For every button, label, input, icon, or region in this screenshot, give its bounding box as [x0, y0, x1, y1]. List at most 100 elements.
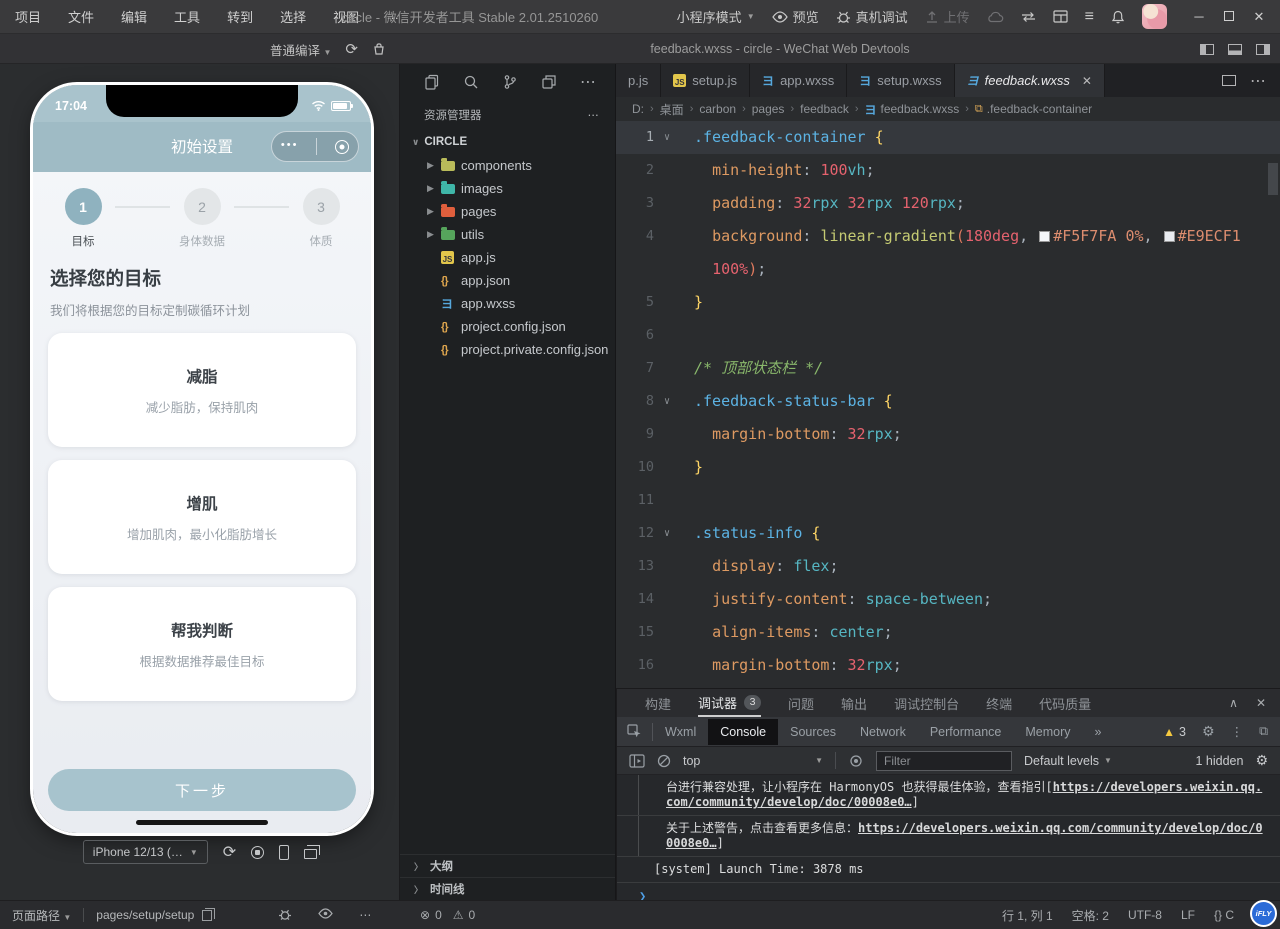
fold-icon[interactable]: ∨ — [654, 385, 680, 418]
code-row[interactable]: 13 display: flex; — [616, 550, 1280, 583]
extensions-icon[interactable] — [541, 74, 557, 90]
bell-icon[interactable] — [1111, 10, 1125, 24]
code-row[interactable]: 4 background: linear-gradient(180deg, #F… — [616, 220, 1280, 253]
preview-button[interactable]: 预览 — [772, 7, 819, 26]
search-icon[interactable] — [463, 74, 479, 90]
toggle-sidebar-icon[interactable] — [1200, 44, 1214, 55]
copy-path-icon[interactable] — [202, 910, 212, 921]
compile-mode-selector[interactable]: 普通编译 ▼ — [270, 40, 331, 59]
tree-item-images[interactable]: ▶images — [400, 177, 615, 200]
console-prompt[interactable]: ❯ — [617, 883, 1280, 901]
tree-item-pages[interactable]: ▶pages — [400, 200, 615, 223]
code-row[interactable]: 12∨.status-info { — [616, 517, 1280, 550]
live-expression-icon[interactable] — [848, 755, 864, 767]
goal-card-帮我判断[interactable]: 帮我判断根据数据推荐最佳目标 — [48, 587, 356, 701]
inspect-element-icon[interactable] — [617, 723, 653, 741]
devtools-tab-Sources[interactable]: Sources — [778, 719, 848, 745]
remote-debug-button[interactable]: 真机调试 — [836, 7, 908, 26]
menu-item-项目[interactable]: 项目 — [15, 7, 41, 26]
user-avatar[interactable] — [1142, 4, 1167, 29]
code-row[interactable]: 7/* 顶部状态栏 */ — [616, 352, 1280, 385]
code-row[interactable]: 100%); — [616, 253, 1280, 286]
devtools-settings-icon[interactable]: ⚙ — [1202, 723, 1215, 740]
tree-item-app.wxss[interactable]: ヨapp.wxss — [400, 292, 615, 315]
panel-tab-终端[interactable]: 终端 — [986, 689, 1012, 717]
status-item[interactable]: 空格: 2 — [1072, 907, 1109, 924]
upload-button[interactable]: 上传 — [925, 7, 970, 26]
device-frame-icon[interactable] — [279, 845, 289, 860]
breadcrumb-item[interactable]: feedback — [800, 102, 849, 116]
devtools-tab-Network[interactable]: Network — [848, 719, 918, 745]
breadcrumb-item[interactable]: pages — [752, 102, 785, 116]
more-menu-icon[interactable]: ••• — [281, 139, 299, 154]
editor-scrollbar[interactable] — [1268, 163, 1278, 195]
filter-input[interactable] — [876, 751, 1012, 771]
breadcrumb-item[interactable]: ヨfeedback.wxss — [864, 101, 959, 118]
status-item[interactable]: UTF-8 — [1128, 908, 1162, 922]
code-row[interactable]: 3 padding: 32rpx 32rpx 120rpx; — [616, 187, 1280, 220]
fold-icon[interactable]: ∨ — [654, 121, 680, 154]
breadcrumb-item[interactable]: carbon — [699, 102, 736, 116]
menu-item-工具[interactable]: 工具 — [174, 7, 200, 26]
minimize-button[interactable]: ─ — [1184, 9, 1214, 24]
code-row[interactable]: 11 — [616, 484, 1280, 517]
tab-setup.js[interactable]: JSsetup.js — [661, 64, 750, 97]
device-selector[interactable]: iPhone 12/13 (… ▼ — [83, 840, 208, 864]
close-button[interactable]: ✕ — [1244, 9, 1274, 25]
status-item[interactable]: {} C — [1214, 908, 1234, 922]
tab-setup.wxss[interactable]: ヨsetup.wxss — [847, 64, 954, 97]
tab-p.js[interactable]: p.js — [616, 64, 661, 97]
split-editor-icon[interactable] — [1222, 75, 1236, 86]
grid-panel-icon[interactable] — [1053, 10, 1068, 23]
panel-tab-代码质量[interactable]: 代码质量 — [1039, 689, 1091, 717]
tree-item-components[interactable]: ▶components — [400, 154, 615, 177]
breadcrumb[interactable]: D:›桌面›carbon›pages›feedback›ヨfeedback.wx… — [616, 97, 1280, 121]
status-item[interactable]: 行 1, 列 1 — [1002, 907, 1053, 924]
menu-item-转到[interactable]: 转到 — [227, 7, 253, 26]
more-icon[interactable]: ⋯ — [359, 908, 371, 922]
devtools-tab-Performance[interactable]: Performance — [918, 719, 1014, 745]
clear-console-icon[interactable] — [657, 754, 671, 768]
levels-selector[interactable]: Default levels ▼ — [1024, 754, 1112, 768]
debug-icon[interactable] — [278, 908, 292, 922]
undock-icon[interactable]: ⧉ — [1259, 724, 1268, 739]
outline-section[interactable]: 〉 大纲 — [400, 854, 615, 877]
tree-item-app.js[interactable]: JSapp.js — [400, 246, 615, 269]
panel-tab-构建[interactable]: 构建 — [645, 689, 671, 717]
panel-tab-问题[interactable]: 问题 — [788, 689, 814, 717]
breadcrumb-item[interactable]: D: — [632, 102, 644, 116]
mode-selector[interactable]: 小程序模式 ▼ — [677, 7, 755, 26]
toggle-secondary-sidebar-icon[interactable] — [1256, 44, 1270, 55]
eye-icon[interactable] — [318, 908, 333, 922]
panel-tab-调试控制台[interactable]: 调试控制台 — [894, 689, 959, 717]
tab-app.wxss[interactable]: ヨapp.wxss — [750, 64, 847, 97]
devtools-tab-Wxml[interactable]: Wxml — [653, 719, 708, 745]
status-item[interactable]: LF — [1181, 908, 1195, 922]
ifly-badge[interactable]: iFLY — [1250, 900, 1277, 927]
panel-tab-调试器[interactable]: 调试器3 — [698, 689, 761, 717]
record-stop-icon[interactable] — [251, 846, 264, 859]
problems-indicator[interactable]: ⊗ 0 ⚠ 0 — [400, 908, 475, 922]
cloud-icon[interactable] — [987, 11, 1004, 23]
minimize-target-icon[interactable] — [335, 140, 349, 154]
hamburger-menu-icon[interactable]: ≡ — [1085, 8, 1094, 26]
project-root[interactable]: ∨ CIRCLE — [400, 130, 615, 154]
breadcrumb-item[interactable]: ⧉.feedback-container — [975, 102, 1092, 116]
devtools-tab-Memory[interactable]: Memory — [1013, 719, 1082, 745]
close-icon[interactable]: ✕ — [1082, 74, 1092, 88]
devtools-overflow-icon[interactable]: » — [1083, 719, 1114, 745]
tree-item-utils[interactable]: ▶utils — [400, 223, 615, 246]
maximize-button[interactable] — [1214, 9, 1244, 24]
editor-more-icon[interactable]: ⋯ — [1250, 71, 1266, 91]
files-icon[interactable] — [424, 74, 440, 90]
next-step-button[interactable]: 下一步 — [48, 769, 356, 811]
timeline-section[interactable]: 〉 时间线 — [400, 877, 615, 900]
code-row[interactable]: 14 justify-content: space-between; — [616, 583, 1280, 616]
code-row[interactable]: 2 min-height: 100vh; — [616, 154, 1280, 187]
tree-item-project.config.json[interactable]: {}project.config.json — [400, 315, 615, 338]
source-control-icon[interactable] — [502, 74, 518, 90]
breadcrumb-item[interactable]: 桌面 — [660, 101, 684, 118]
code-area[interactable]: 1∨.feedback-container {2 min-height: 100… — [616, 121, 1280, 688]
collapse-panel-icon[interactable]: ∧ — [1229, 696, 1238, 710]
panel-tab-输出[interactable]: 输出 — [841, 689, 867, 717]
